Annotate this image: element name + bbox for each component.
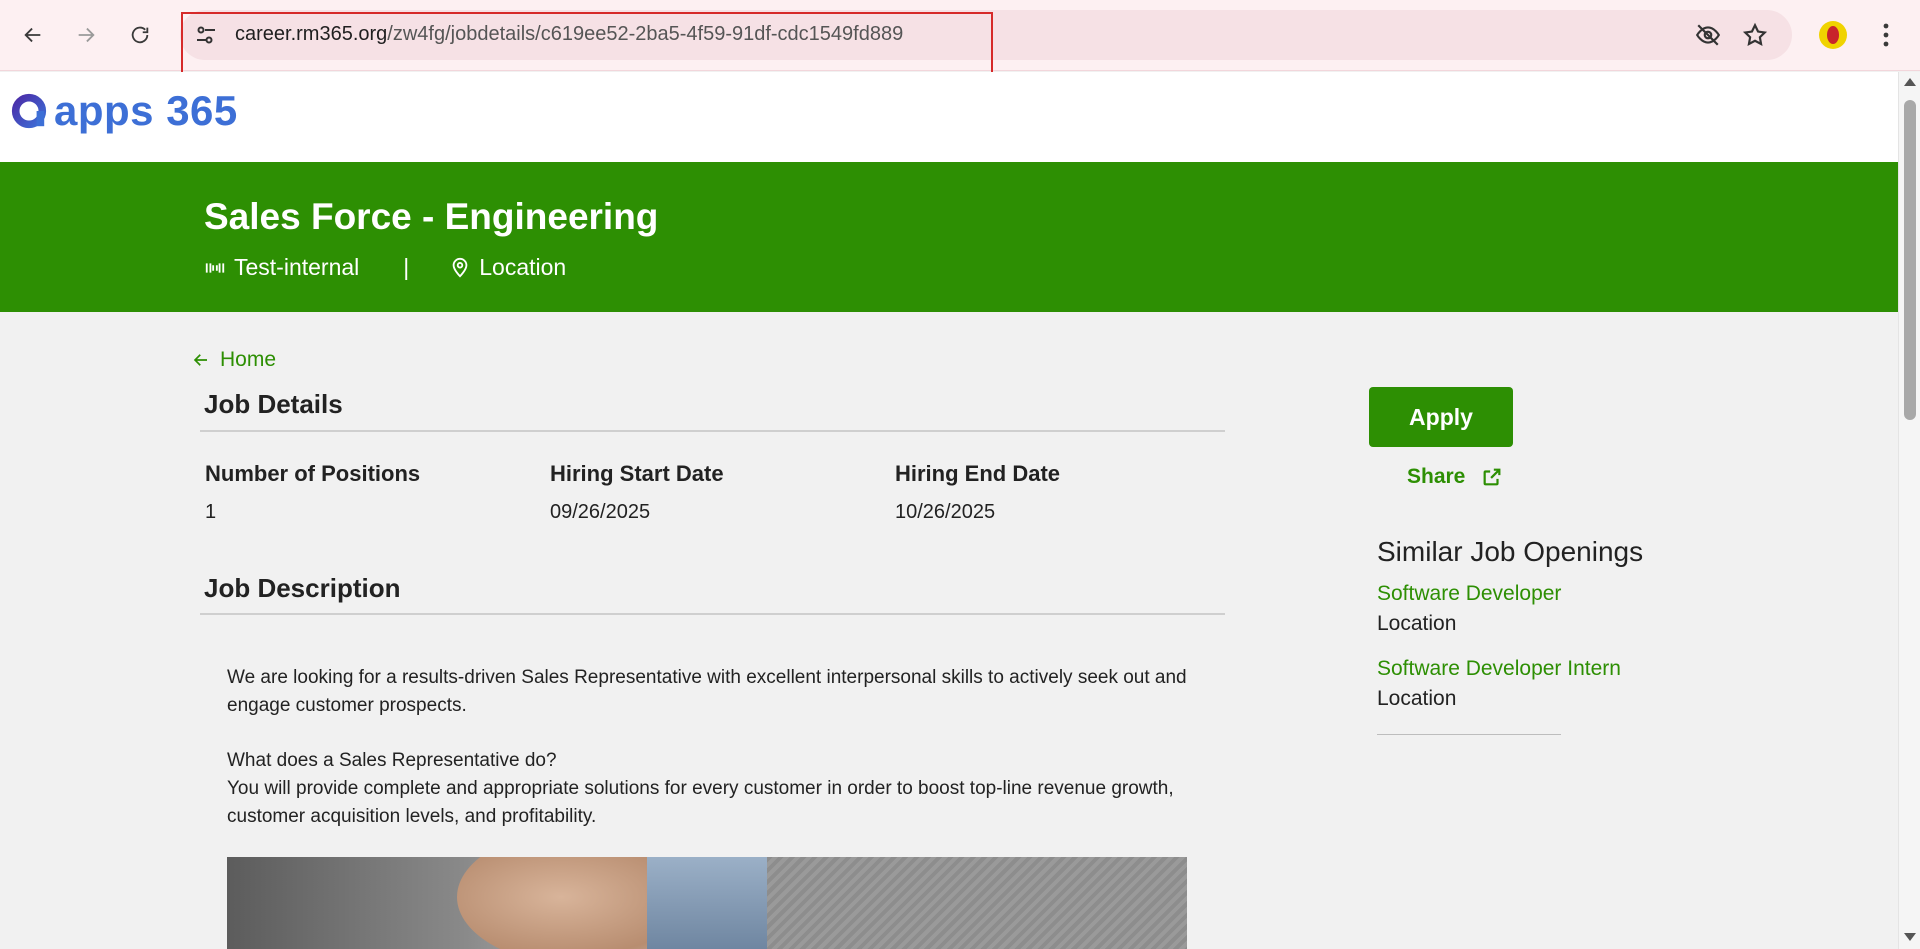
forward-button[interactable] — [68, 17, 104, 53]
back-button[interactable] — [15, 17, 51, 53]
job-image — [227, 857, 1187, 949]
start-date-label: Hiring Start Date — [550, 461, 724, 486]
logo-mark-icon — [11, 93, 47, 129]
page-scrollbar[interactable] — [1898, 72, 1920, 949]
url-path: /zw4fg/jobdetails/c619ee52-2ba5-4f59-91d… — [387, 23, 904, 45]
left-arrow-icon — [193, 354, 207, 366]
site-logo[interactable]: apps 365 — [10, 90, 238, 132]
browser-toolbar: career.rm365.org/zw4fg/jobdetails/c619ee… — [0, 0, 1920, 71]
url-text[interactable]: career.rm365.org/zw4fg/jobdetails/c619ee… — [235, 23, 903, 46]
home-link[interactable]: Home — [192, 348, 276, 372]
similar-jobs-divider — [1377, 734, 1561, 735]
positions-label: Number of Positions — [205, 461, 421, 486]
share-label: Share — [1407, 465, 1466, 488]
profile-avatar[interactable] — [1819, 21, 1847, 49]
bookmark-star-icon[interactable] — [1742, 22, 1768, 48]
apply-button[interactable]: Apply — [1369, 387, 1513, 447]
scrollbar-thumb[interactable] — [1904, 100, 1916, 420]
job-title: Sales Force - Engineering — [204, 196, 659, 237]
forward-arrow-icon — [78, 27, 95, 43]
meta-separator: | — [403, 254, 410, 280]
company-name: Test-internal — [234, 254, 360, 280]
job-description-heading: Job Description — [204, 573, 401, 603]
eye-off-icon[interactable] — [1694, 22, 1722, 48]
section-divider — [200, 613, 1225, 615]
end-date-label: Hiring End Date — [895, 461, 1061, 486]
company-icon — [205, 262, 225, 273]
scroll-up-arrow-icon[interactable] — [1904, 78, 1916, 86]
home-link-label: Home — [220, 348, 277, 371]
section-divider — [200, 430, 1225, 432]
site-settings-icon[interactable] — [194, 23, 218, 47]
positions-value: 1 — [205, 501, 217, 523]
job-details-heading: Job Details — [204, 389, 343, 419]
share-button[interactable]: Share — [1407, 465, 1503, 489]
end-date-value: 10/26/2025 — [895, 501, 996, 523]
url-host: career.rm365.org — [235, 23, 388, 45]
job-location: Location — [479, 254, 567, 280]
location-pin-icon — [452, 257, 468, 278]
share-icon — [1483, 468, 1501, 486]
job-banner: Sales Force - Engineering Test-internal … — [0, 162, 1898, 312]
logo-text: apps 365 — [54, 87, 238, 134]
back-arrow-icon — [24, 27, 41, 43]
reload-icon — [131, 26, 149, 44]
job-meta: Test-internal | Location — [204, 254, 566, 281]
site-header: apps 365 — [0, 72, 1898, 162]
similar-job-location: Location — [1377, 612, 1457, 635]
scroll-down-arrow-icon[interactable] — [1904, 933, 1916, 941]
similar-jobs-heading: Similar Job Openings — [1377, 536, 1644, 567]
similar-job-link[interactable]: Software Developer Intern — [1377, 657, 1621, 681]
similar-job-link[interactable]: Software Developer — [1377, 582, 1561, 606]
description-intro: We are looking for a results-driven Sale… — [227, 667, 1187, 716]
more-menu-icon[interactable] — [1876, 20, 1896, 50]
address-bar[interactable]: career.rm365.org/zw4fg/jobdetails/c619ee… — [180, 10, 1792, 60]
description-body: You will provide complete and appropriat… — [227, 778, 1174, 827]
page-viewport: apps 365 Sales Force - Engineering Test-… — [0, 72, 1898, 949]
description-subheading: What does a Sales Representative do? — [227, 750, 557, 771]
similar-job-location: Location — [1377, 687, 1457, 710]
reload-button[interactable] — [122, 17, 158, 53]
start-date-value: 09/26/2025 — [550, 501, 651, 523]
